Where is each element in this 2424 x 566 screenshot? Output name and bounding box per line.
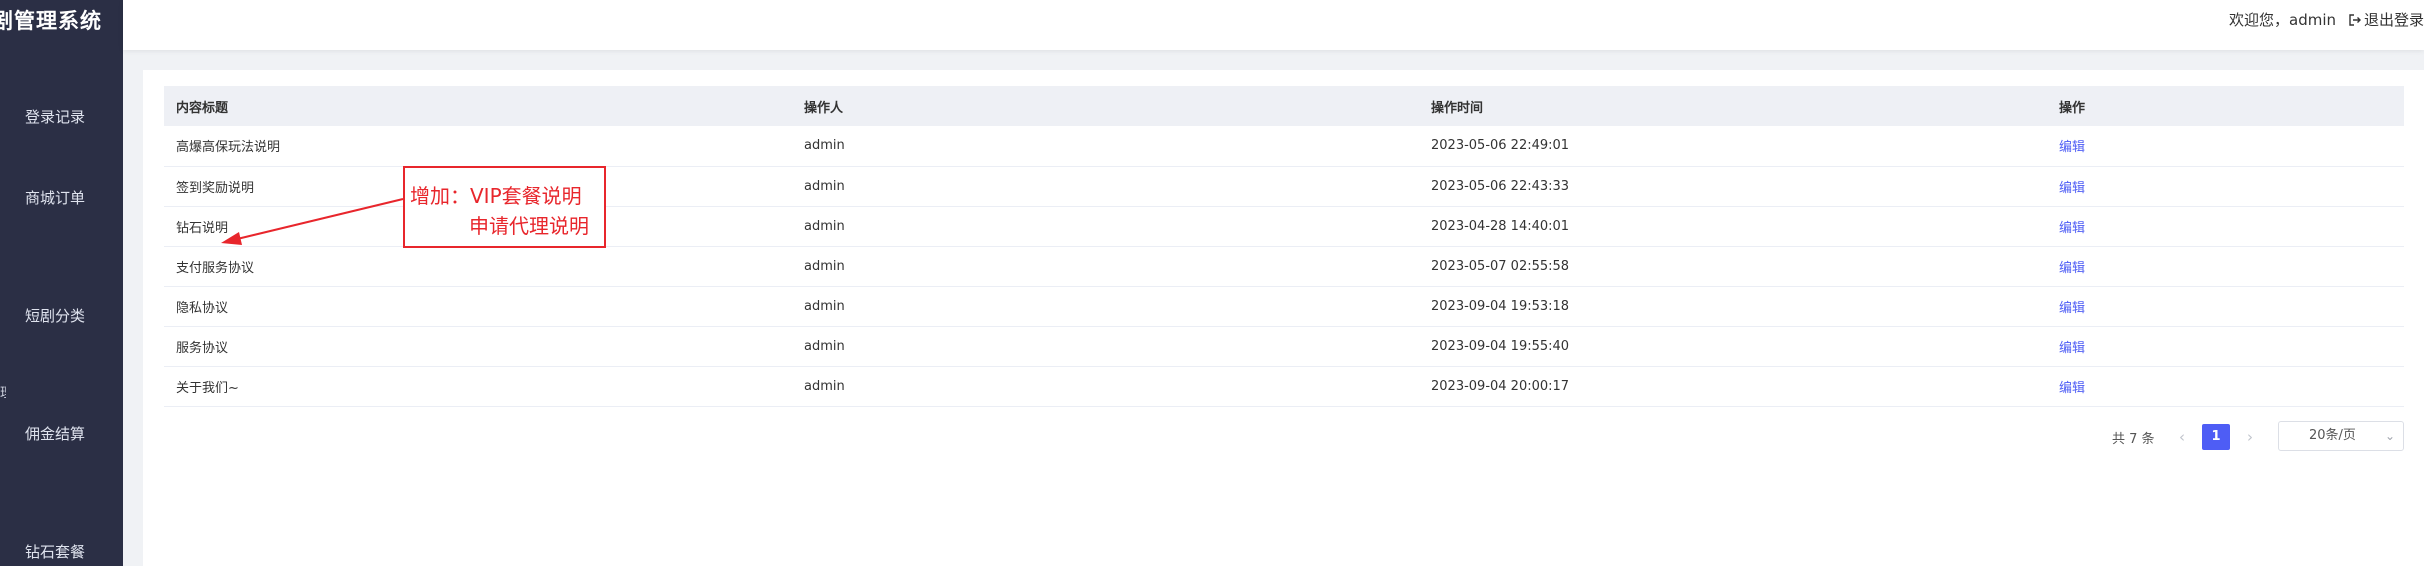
sidebar-item-shop-orders[interactable]: 商城订单 xyxy=(0,187,110,208)
cell-operator: admin xyxy=(792,166,1419,207)
cell-title: 隐私协议 xyxy=(164,286,792,327)
sidebar-item-commission-settlement[interactable]: 佣金结算 xyxy=(0,423,110,444)
annotation-line-1: 增加：VIP套餐说明 xyxy=(410,184,582,208)
cell-operator: admin xyxy=(792,366,1419,407)
sidebar-item-diamond-packages[interactable]: 钻石套餐 xyxy=(0,541,110,562)
annotation-arrow-icon xyxy=(221,198,404,245)
cell-time: 2023-04-28 14:40:01 xyxy=(1419,206,2047,247)
edit-link[interactable]: 编辑 xyxy=(2059,261,2085,276)
cell-title: 服务协议 xyxy=(164,326,792,367)
cell-title: 高爆高保玩法说明 xyxy=(164,126,792,167)
annotation-callout: 增加：VIP套餐说明 申请代理说明 xyxy=(403,166,606,248)
table-row: 服务协议 admin 2023-09-04 19:55:40 编辑 xyxy=(164,326,2404,367)
table-row: 关于我们~ admin 2023-09-04 20:00:17 编辑 xyxy=(164,366,2404,407)
cell-title: 关于我们~ xyxy=(164,366,792,407)
table-row: 隐私协议 admin 2023-09-04 19:53:18 编辑 xyxy=(164,286,2404,327)
cell-time: 2023-05-06 22:49:01 xyxy=(1419,126,2047,167)
sidebar: 剧管理系统 登录记录 商城订单 短剧分类 佣金结算 钻石套餐 理 xyxy=(0,0,123,566)
edit-link[interactable]: 编辑 xyxy=(2059,341,2085,356)
sidebar-item-login-records[interactable]: 登录记录 xyxy=(0,106,110,127)
column-header-operator: 操作人 xyxy=(792,86,1419,126)
cell-time: 2023-09-04 19:53:18 xyxy=(1419,286,2047,327)
pagination-page-1[interactable]: 1 xyxy=(2202,424,2230,450)
cell-time: 2023-05-06 22:43:33 xyxy=(1419,166,2047,207)
pagination-total: 共 7 条 xyxy=(2112,432,2155,447)
edit-link[interactable]: 编辑 xyxy=(2059,381,2085,396)
logout-icon xyxy=(2349,14,2361,26)
app-title: 剧管理系统 xyxy=(0,9,102,33)
sidebar-edge-label: 理 xyxy=(0,382,6,398)
top-header: 欢迎您，admin 退出登录 xyxy=(123,0,2424,50)
column-header-title: 内容标题 xyxy=(164,86,792,126)
cell-time: 2023-05-07 02:55:58 xyxy=(1419,246,2047,287)
pagination-prev-button[interactable]: ‹ xyxy=(2172,424,2192,450)
edit-link[interactable]: 编辑 xyxy=(2059,140,2085,155)
cell-operator: admin xyxy=(792,246,1419,287)
pagination-next-button[interactable]: › xyxy=(2240,424,2260,450)
cell-operator: admin xyxy=(792,326,1419,367)
table-row: 高爆高保玩法说明 admin 2023-05-06 22:49:01 编辑 xyxy=(164,126,2404,167)
logout-button[interactable]: 退出登录 xyxy=(2348,9,2424,30)
edit-link[interactable]: 编辑 xyxy=(2059,301,2085,316)
page-size-select[interactable]: 20条/页 ⌄ xyxy=(2278,421,2404,451)
cell-time: 2023-09-04 20:00:17 xyxy=(1419,366,2047,407)
table-header-row: 内容标题 操作人 操作时间 操作 xyxy=(164,86,2404,126)
annotation-line-2: 申请代理说明 xyxy=(469,214,589,238)
cell-operator: admin xyxy=(792,126,1419,167)
chevron-down-icon: ⌄ xyxy=(2384,429,2395,443)
logout-label: 退出登录 xyxy=(2363,11,2424,29)
page-size-value: 20条/页 xyxy=(2309,428,2356,443)
cell-time: 2023-09-04 19:55:40 xyxy=(1419,326,2047,367)
sidebar-item-drama-categories[interactable]: 短剧分类 xyxy=(0,305,110,326)
welcome-text: 欢迎您，admin xyxy=(2229,11,2336,29)
edit-link[interactable]: 编辑 xyxy=(2059,221,2085,236)
column-header-time: 操作时间 xyxy=(1419,86,2047,126)
column-header-action: 操作 xyxy=(2047,86,2404,126)
cell-title: 支付服务协议 xyxy=(164,246,792,287)
table-row: 支付服务协议 admin 2023-05-07 02:55:58 编辑 xyxy=(164,246,2404,287)
cell-operator: admin xyxy=(792,286,1419,327)
cell-operator: admin xyxy=(792,206,1419,247)
edit-link[interactable]: 编辑 xyxy=(2059,181,2085,196)
